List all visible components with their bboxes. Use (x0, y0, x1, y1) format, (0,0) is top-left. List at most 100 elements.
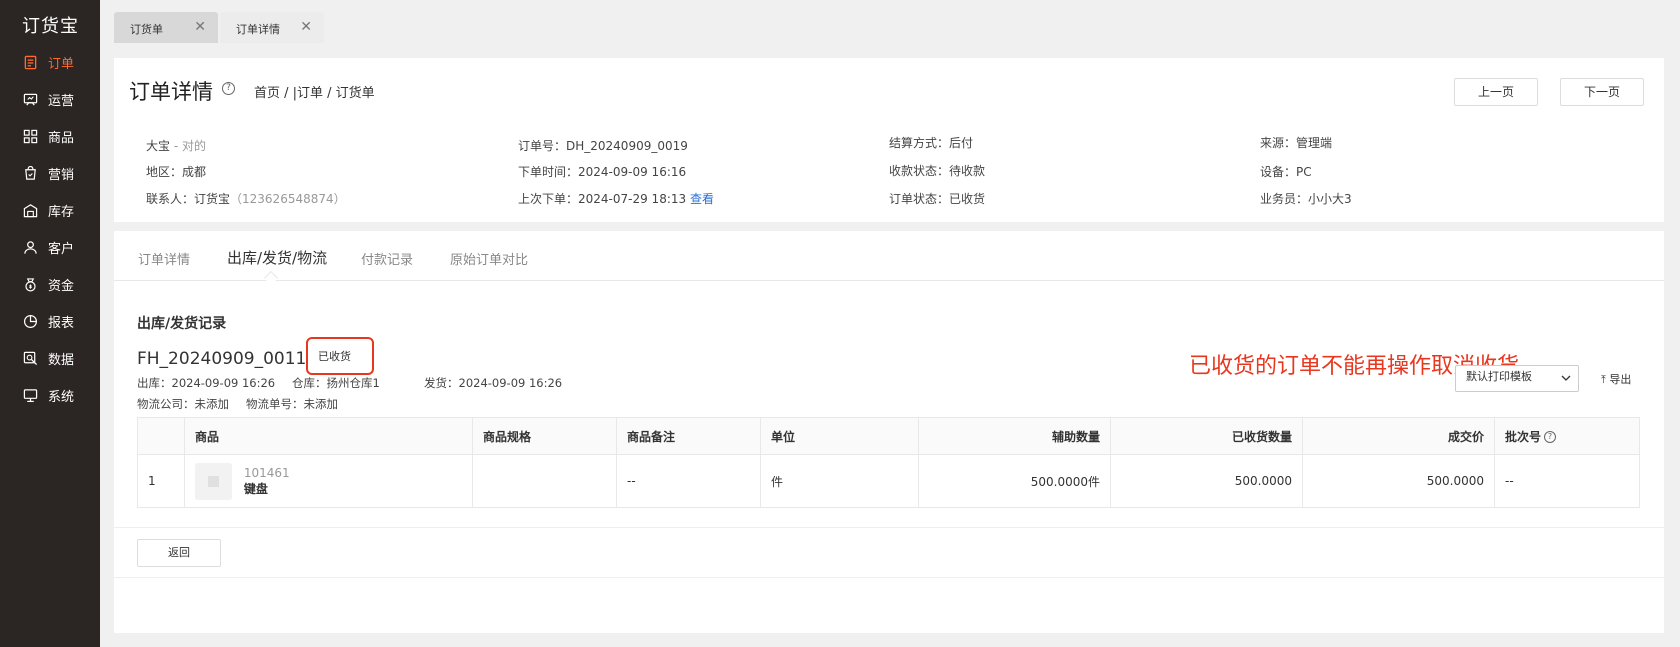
funds-icon (22, 277, 38, 293)
prev-page-button[interactable]: 上一页 (1454, 78, 1538, 106)
back-button[interactable]: 返回 (137, 539, 221, 567)
sidebar-item-label: 资金 (48, 279, 75, 294)
next-page-button[interactable]: 下一页 (1560, 78, 1644, 106)
data-icon (22, 351, 38, 367)
col-unit: 单位 (760, 417, 919, 455)
print-template-value: 默认打印模板 (1466, 370, 1532, 383)
active-tab-caret (263, 270, 279, 286)
marketing-icon (22, 166, 38, 182)
sidebar-item-customer[interactable]: 客户 (0, 229, 100, 266)
export-label: 导出 (1609, 373, 1632, 386)
sidebar-item-label: 报表 (48, 316, 75, 331)
sidebar-item-data[interactable]: 数据 (0, 340, 100, 377)
sub-tabs: 订单详情 出库/发货/物流 付款记录 原始订单对比 (114, 231, 1664, 286)
warehouse: 仓库：扬州仓库1 (292, 376, 380, 390)
row-index: 1 (137, 454, 185, 508)
col-product: 商品 (184, 417, 473, 455)
subtab-shipment[interactable]: 出库/发货/物流 (227, 247, 327, 268)
sidebar-item-operation[interactable]: 运营 (0, 81, 100, 118)
payment-status: 收款状态：待收款 (889, 164, 986, 178)
tracking-number: 物流单号：未添加 (246, 397, 338, 411)
sidebar-item-label: 系统 (48, 390, 75, 405)
help-icon[interactable]: ? (1544, 431, 1557, 443)
close-icon[interactable]: ✕ (194, 19, 206, 35)
close-icon[interactable]: ✕ (300, 19, 312, 35)
table-row: 1 101461 键盘 -- 件 500.0000件 500.0000 500.… (137, 454, 1640, 508)
status-badge: 已收货 (318, 350, 351, 363)
row-batch: -- (1494, 454, 1640, 508)
customer-name: 大宝 - 对的 (146, 137, 206, 154)
sidebar-item-product[interactable]: 商品 (0, 118, 100, 155)
report-icon (22, 314, 38, 330)
sidebar-item-funds[interactable]: 资金 (0, 266, 100, 303)
sidebar-item-order[interactable]: 订单 (0, 44, 100, 81)
system-icon (22, 388, 38, 404)
order-time: 下单时间：2024-09-09 16:16 (518, 165, 687, 179)
sidebar-item-report[interactable]: 报表 (0, 303, 100, 340)
col-spec: 商品规格 (472, 417, 617, 455)
shipment-table: 商品 商品规格 商品备注 单位 辅助数量 已收货数量 成交价 批次号? 1 10… (137, 417, 1640, 508)
export-icon: ⤒ (1601, 373, 1606, 386)
row-remark: -- (616, 454, 761, 508)
row-received-qty: 500.0000 (1110, 454, 1303, 508)
section-title: 出库/发货记录 (137, 316, 227, 332)
tab-bar: 订货单 ✕ 订单详情 ✕ (100, 0, 1680, 44)
view-last-order-link[interactable]: 查看 (690, 192, 714, 206)
shipment-panel: 订单详情 出库/发货/物流 付款记录 原始订单对比 出库/发货记录 FH_202… (114, 231, 1664, 633)
region: 地区：成都 (146, 165, 207, 179)
order-number: 订单号：DH_20240909_0019 (518, 139, 688, 153)
settlement: 结算方式：后付 (889, 136, 974, 150)
tab-label: 订货单 (130, 23, 163, 36)
col-batch-label: 批次号 (1505, 429, 1542, 444)
contact-phone: （123626548874） (230, 192, 346, 206)
sidebar-item-system[interactable]: 系统 (0, 377, 100, 414)
source: 来源：管理端 (1260, 136, 1333, 150)
subtab-original-compare[interactable]: 原始订单对比 (450, 249, 528, 268)
sidebar-item-marketing[interactable]: 营销 (0, 155, 100, 192)
customer-name-text: 大宝 (146, 139, 171, 153)
col-price: 成交价 (1302, 417, 1495, 455)
tab-order-list[interactable]: 订货单 ✕ (114, 12, 218, 43)
sidebar-item-label: 客户 (48, 242, 75, 257)
sidebar-item-label: 数据 (48, 353, 75, 368)
last-order-text: 上次下单：2024-07-29 18:13 (518, 192, 687, 206)
shipment-number: FH_20240909_0011 (137, 349, 307, 369)
row-spec (472, 454, 617, 508)
sidebar-item-label: 营销 (48, 168, 75, 183)
row-product: 101461 键盘 (184, 454, 473, 508)
customer-icon (22, 240, 38, 256)
breadcrumb[interactable]: 首页 / |订单 / 订货单 (254, 82, 375, 101)
product-name: 键盘 (243, 482, 268, 496)
sidebar-item-label: 商品 (48, 131, 75, 146)
row-unit: 件 (760, 454, 919, 508)
export-button[interactable]: ⤒ 导出 (1601, 371, 1631, 387)
device: 设备：PC (1260, 165, 1312, 179)
col-aux-qty: 辅助数量 (918, 417, 1111, 455)
col-received-qty: 已收货数量 (1110, 417, 1303, 455)
product-icon (22, 129, 38, 145)
product-code: 101461 (243, 466, 290, 480)
subtab-payment[interactable]: 付款记录 (361, 249, 413, 268)
contact: 联系人：订货宝（123626548874） (146, 190, 346, 207)
order-icon (22, 55, 38, 71)
warehouse-icon (22, 203, 38, 219)
sidebar-item-warehouse[interactable]: 库存 (0, 192, 100, 229)
col-batch: 批次号? (1494, 417, 1640, 455)
row-aux-qty: 500.0000件 (918, 454, 1111, 508)
tab-order-detail[interactable]: 订单详情 ✕ (220, 12, 324, 43)
subtab-order-detail[interactable]: 订单详情 (138, 249, 190, 268)
table-header-row: 商品 商品规格 商品备注 单位 辅助数量 已收货数量 成交价 批次号? (137, 417, 1640, 455)
col-index (137, 417, 185, 455)
divider (114, 527, 1664, 528)
print-template-select[interactable]: 默认打印模板 (1455, 365, 1579, 392)
tab-label: 订单详情 (236, 23, 280, 36)
order-status: 订单状态：已收货 (889, 192, 986, 206)
last-order: 上次下单：2024-07-29 18:13 查看 (518, 190, 714, 207)
help-icon[interactable]: ? (222, 82, 235, 95)
row-price: 500.0000 (1302, 454, 1495, 508)
page-title: 订单详情 (129, 80, 213, 104)
sidebar-item-label: 库存 (48, 205, 75, 220)
app-logo: 订货宝 (22, 16, 79, 37)
order-header-panel: 订单详情 ? 首页 / |订单 / 订货单 上一页 下一页 大宝 - 对的 地区… (114, 58, 1664, 222)
contact-name: 联系人：订货宝 (146, 192, 231, 206)
